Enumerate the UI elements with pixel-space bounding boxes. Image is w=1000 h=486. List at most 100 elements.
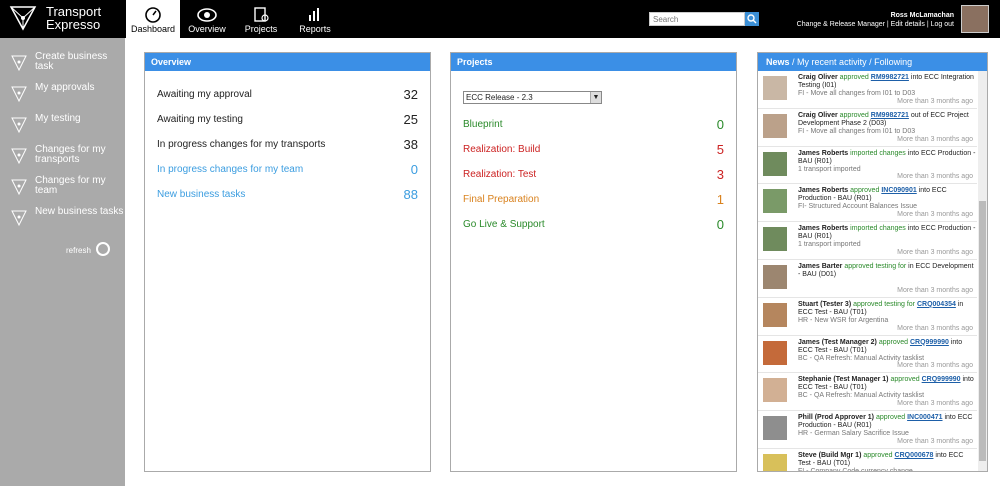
network-icon — [11, 179, 27, 196]
sidebar-item-label: Changes for my team — [35, 175, 106, 196]
overview-row-count: 0 — [410, 162, 418, 177]
news-item-who: James Barter — [798, 262, 843, 270]
tab-projects-label: Projects — [244, 24, 278, 34]
project-row-final-preparation[interactable]: Final Preparation 1 — [463, 192, 724, 208]
overview-row-changes-transports[interactable]: In progress changes for my transports 38 — [157, 137, 418, 153]
news-item-ref[interactable]: CRQ000678 — [895, 452, 934, 459]
overview-title: Overview — [145, 53, 430, 71]
news-item-ref[interactable]: RM9982721 — [871, 74, 909, 81]
sidebar-item-my-approvals[interactable]: My approvals — [0, 83, 125, 110]
tab-reports-label: Reports — [299, 24, 331, 34]
news-item-ref[interactable]: RM9982721 — [871, 112, 909, 119]
news-item[interactable]: James (Test Manager 2) approved CRQ99999… — [758, 336, 977, 374]
scrollbar-thumb[interactable] — [979, 201, 986, 461]
news-item[interactable]: Steve (Build Mgr 1) approved CRQ000678 i… — [758, 449, 977, 471]
avatar — [763, 113, 787, 138]
project-row-blueprint[interactable]: Blueprint 0 — [463, 117, 724, 133]
sidebar-item-label: My approvals — [35, 82, 95, 93]
news-item-sub: FI - Move all changes from I01 to D03 — [798, 90, 916, 97]
tab-dashboard-label: Dashboard — [130, 24, 176, 34]
top-bar: Transport Expresso Dashboard Overview Pr… — [0, 0, 1000, 38]
project-select[interactable]: ECC Release - 2.3 ▼ — [463, 91, 602, 104]
overview-row-new-business-tasks[interactable]: New business tasks 88 — [157, 187, 418, 203]
news-item-action: approved — [878, 338, 909, 346]
news-item-time: More than 3 months ago — [897, 437, 973, 445]
overview-row-label: Awaiting my testing — [157, 114, 243, 125]
news-item-who: Stephanie (Test Manager 1) — [798, 376, 889, 384]
dashboard-icon — [145, 7, 161, 23]
tab-reports[interactable]: Reports — [288, 0, 342, 38]
project-row-realization-test[interactable]: Realization: Test 3 — [463, 167, 724, 183]
user-info: Ross McLamachan Change & Release Manager… — [797, 11, 954, 29]
news-item-sub: HR - New WSR for Argentina — [798, 316, 889, 324]
avatar — [763, 151, 787, 176]
news-item-time: More than 3 months ago — [897, 173, 973, 181]
news-item-sub: FI - Move all changes from I01 to D03 — [798, 127, 916, 135]
news-item-sub: BC - QA Refresh: Manual Activity tasklis… — [798, 354, 925, 362]
project-row-count: 3 — [716, 167, 724, 182]
project-row-count: 0 — [716, 117, 724, 132]
avatar — [763, 340, 787, 365]
news-item[interactable]: Phill (Prod Approver 1) approved INC0004… — [758, 411, 977, 449]
overview-row-changes-team[interactable]: In progress changes for my team 0 — [157, 162, 418, 178]
sidebar-item-new-business-tasks[interactable]: New business tasks — [0, 207, 125, 234]
avatar — [763, 302, 787, 327]
news-item[interactable]: James Roberts imported changes into ECC … — [758, 222, 977, 260]
tab-overview[interactable]: Overview — [180, 0, 234, 38]
search-input[interactable] — [649, 12, 745, 26]
news-item[interactable]: Stephanie (Test Manager 1) approved CRQ9… — [758, 373, 977, 412]
main-nav: Dashboard Overview Projects Reports — [126, 0, 342, 38]
overview-row-label: New business tasks — [157, 189, 246, 200]
overview-row-count: 38 — [403, 137, 418, 152]
overview-row-awaiting-approval[interactable]: Awaiting my approval 32 — [157, 87, 418, 103]
news-item[interactable]: James Roberts approved INC090901 into EC… — [758, 184, 977, 223]
overview-row-awaiting-testing[interactable]: Awaiting my testing 25 — [157, 112, 418, 128]
tab-following[interactable]: Following — [874, 57, 912, 67]
tab-projects[interactable]: Projects — [234, 0, 288, 38]
news-item[interactable]: James Roberts imported changes into ECC … — [758, 147, 977, 185]
project-row-go-live[interactable]: Go Live & Support 0 — [463, 217, 724, 233]
sidebar-item-create-business-task[interactable]: Create business task — [0, 52, 125, 79]
sidebar-item-label: Changes for my transports — [35, 144, 106, 165]
news-item[interactable]: Craig Oliver approved RM9982721 into ECC… — [758, 71, 977, 109]
tab-news[interactable]: News — [766, 57, 790, 67]
news-item-time: More than 3 months ago — [897, 97, 973, 105]
news-item-ref[interactable]: CRQ999990 — [922, 376, 961, 383]
avatar[interactable] — [961, 5, 989, 33]
news-item-action: approved — [863, 451, 893, 459]
news-item-time: More than 3 months ago — [897, 135, 973, 143]
news-item[interactable]: James Barter approved testing for in ECC… — [758, 260, 977, 298]
news-item-ref[interactable]: INC000471 — [907, 414, 942, 421]
project-row-count: 1 — [716, 192, 724, 207]
news-item-ref[interactable]: INC090901 — [881, 187, 916, 194]
app-logo[interactable]: Transport Expresso — [8, 4, 118, 34]
search-button[interactable] — [745, 12, 759, 26]
news-item-who: James Roberts — [798, 225, 849, 233]
news-item-who: James Roberts — [798, 149, 849, 157]
news-item-action: approved — [839, 74, 869, 81]
user-links[interactable]: Change & Release Manager | Edit details … — [797, 20, 954, 29]
sidebar-item-changes-for-my-transports[interactable]: Changes for my transports — [0, 145, 125, 172]
project-row-realization-build[interactable]: Realization: Build 5 — [463, 142, 724, 158]
tab-my-recent-activity[interactable]: My recent activity — [797, 57, 867, 67]
chevron-down-icon: ▼ — [590, 92, 601, 103]
news-item-who: Stuart (Tester 3) — [798, 300, 852, 308]
projects-title: Projects — [451, 53, 736, 71]
sidebar-item-label: New business tasks — [35, 206, 124, 217]
sidebar-item-changes-for-my-team[interactable]: Changes for my team — [0, 176, 125, 203]
news-item-ref[interactable]: CRQ999990 — [910, 339, 949, 346]
overview-row-label: In progress changes for my team — [157, 164, 304, 175]
search-icon — [747, 14, 757, 24]
sidebar-item-my-testing[interactable]: My testing — [0, 114, 125, 141]
sidebar: Create business task My approvals My tes… — [0, 38, 125, 486]
eye-icon — [197, 8, 217, 22]
news-item-ref[interactable]: CRQ004354 — [917, 301, 956, 308]
refresh-button[interactable]: refresh — [66, 242, 110, 256]
avatar — [763, 227, 787, 252]
news-item[interactable]: Craig Oliver approved RM9982721 out of E… — [758, 109, 977, 147]
news-item-action: approved testing for — [853, 300, 915, 308]
news-item[interactable]: Stuart (Tester 3) approved testing for C… — [758, 298, 977, 336]
news-scrollbar[interactable] — [978, 71, 987, 471]
search-box — [649, 12, 759, 26]
tab-dashboard[interactable]: Dashboard — [126, 0, 180, 38]
